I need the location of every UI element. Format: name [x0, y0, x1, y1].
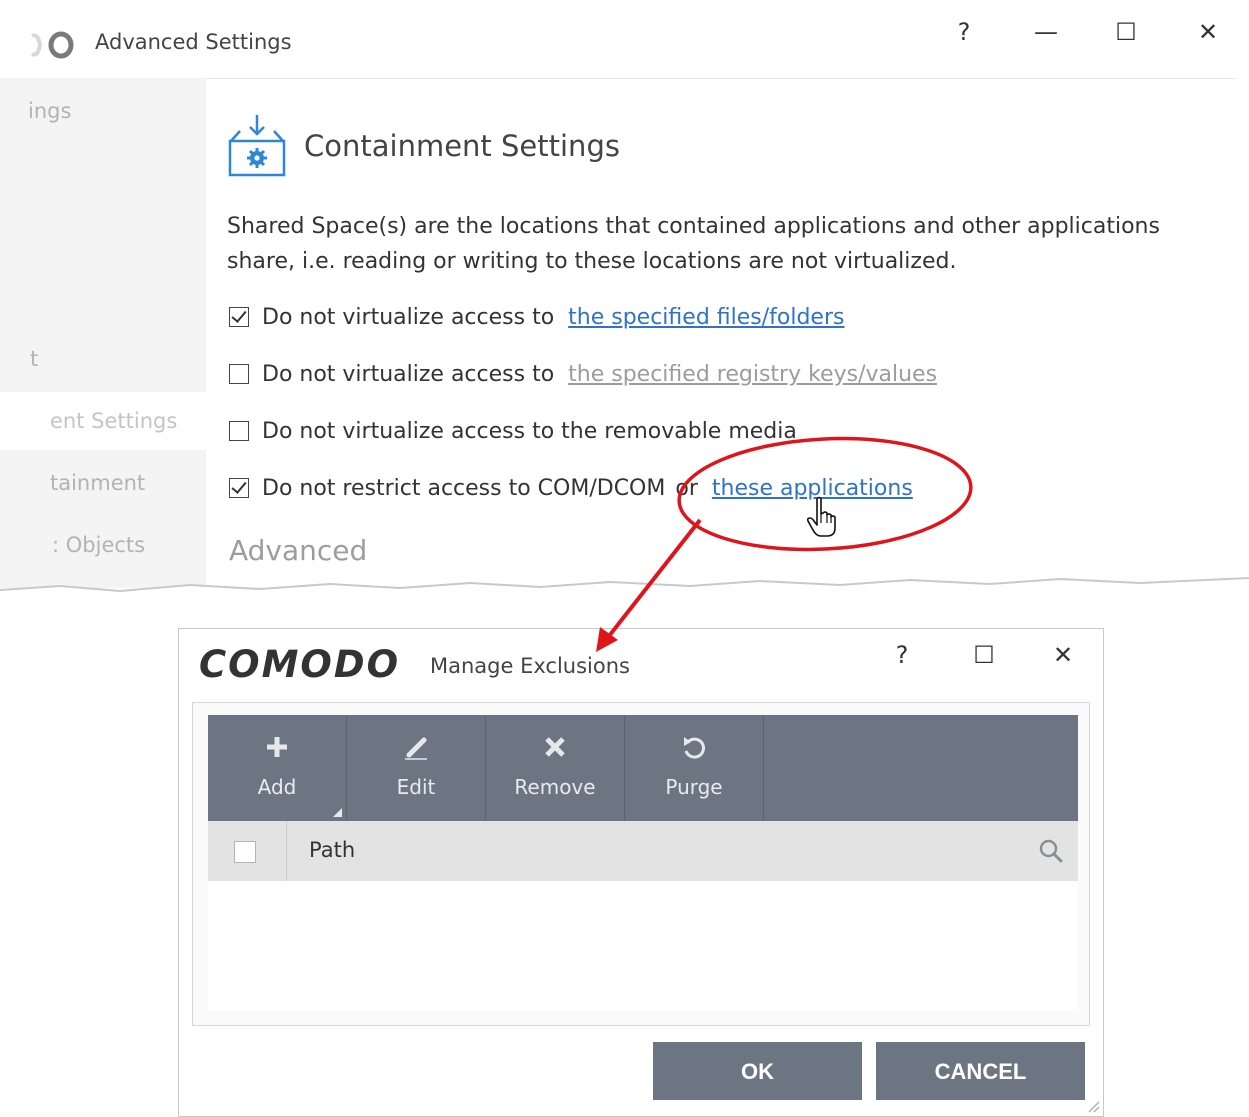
table-header: Path: [208, 821, 1078, 882]
dialog-help-button[interactable]: ?: [882, 641, 922, 669]
option-connector: or: [675, 476, 698, 501]
select-all-checkbox[interactable]: [234, 841, 256, 863]
option-removable-media[interactable]: Do not virtualize access to the removabl…: [229, 417, 797, 447]
refresh-icon: [684, 737, 705, 759]
option-text: Do not virtualize access to: [262, 305, 555, 330]
comodo-logo: COMODO: [199, 643, 401, 686]
settings-panel: Containment Settings Shared Space(s) are…: [206, 78, 1236, 589]
purge-label: Purge: [665, 775, 723, 799]
dropdown-caret-icon: [333, 808, 342, 817]
sidebar-item-label: tainment: [50, 471, 146, 495]
edit-label: Edit: [396, 775, 436, 799]
registry-keys-link: the specified registry keys/values: [568, 362, 938, 387]
add-button[interactable]: Add: [208, 715, 347, 821]
checkbox-files-folders[interactable]: [229, 307, 249, 327]
column-divider: [286, 821, 287, 881]
help-button[interactable]: ?: [944, 18, 984, 46]
remove-button[interactable]: Remove: [486, 715, 625, 821]
sidebar-item-settings[interactable]: ings: [0, 82, 206, 140]
shared-space-description: Shared Space(s) are the locations that c…: [227, 214, 1160, 274]
torn-edge-divider: [0, 577, 1249, 602]
sidebar-item-objects[interactable]: : Objects: [0, 516, 206, 574]
search-icon[interactable]: [1038, 838, 1064, 864]
option-text: Do not virtualize access to: [262, 362, 555, 387]
plus-icon: [267, 737, 287, 757]
checkbox-registry-keys[interactable]: [229, 364, 249, 384]
hand-cursor-icon: [806, 496, 836, 537]
cancel-button[interactable]: CANCEL: [876, 1042, 1085, 1100]
sidebar-item-label: t: [30, 347, 39, 371]
remove-label: Remove: [514, 775, 596, 799]
app-logo-icon: [31, 31, 74, 59]
dialog-close-button[interactable]: ✕: [1043, 641, 1083, 669]
sidebar: ings t ent Settings tainment : Objects: [0, 78, 206, 588]
checkbox-com-dcom[interactable]: [229, 478, 249, 498]
manage-exclusions-dialog: COMODO Manage Exclusions ? ☐ ✕ Add Edit: [178, 628, 1104, 1117]
option-text: Do not restrict access to COM/DCOM: [262, 476, 666, 501]
checkbox-removable-media[interactable]: [229, 421, 249, 441]
option-text: Do not virtualize access to the removabl…: [262, 419, 797, 444]
sidebar-item-label: ings: [28, 99, 72, 123]
purge-button[interactable]: Purge: [625, 715, 764, 821]
resize-grip-icon[interactable]: [1086, 1099, 1100, 1113]
dialog-title: Manage Exclusions: [430, 654, 630, 678]
title-bar: Advanced Settings ? — ☐ ✕: [0, 0, 1249, 78]
add-label: Add: [257, 775, 297, 799]
option-files-folders[interactable]: Do not virtualize access to the specified…: [229, 303, 844, 333]
dialog-maximize-button[interactable]: ☐: [964, 641, 1004, 669]
pencil-icon: [405, 737, 427, 760]
minimize-button[interactable]: —: [1026, 18, 1066, 46]
files-folders-link[interactable]: the specified files/folders: [568, 305, 844, 330]
section-title: Containment Settings: [304, 129, 620, 163]
sidebar-item-label: ent Settings: [50, 409, 178, 433]
exclusions-panel: Add Edit Remove Purge Path: [192, 702, 1090, 1026]
x-icon: [545, 737, 565, 757]
containment-settings-icon: [228, 115, 286, 177]
option-registry-keys[interactable]: Do not virtualize access to the specified…: [229, 360, 937, 390]
sidebar-item-containment[interactable]: tainment: [0, 454, 206, 512]
edit-button[interactable]: Edit: [347, 715, 486, 821]
sidebar-item-containment-settings[interactable]: ent Settings: [0, 392, 206, 450]
sidebar-item-label: : Objects: [52, 533, 146, 557]
ok-button[interactable]: OK: [653, 1042, 862, 1100]
maximize-button[interactable]: ☐: [1106, 18, 1146, 46]
advanced-settings-window: Advanced Settings ? — ☐ ✕ ings t ent Set…: [0, 0, 1249, 602]
exclusions-table-body: [208, 881, 1078, 1011]
close-button[interactable]: ✕: [1188, 18, 1228, 46]
window-title: Advanced Settings: [95, 30, 292, 54]
advanced-section-heading: Advanced: [229, 534, 368, 567]
toolbar: Add Edit Remove Purge: [208, 715, 1078, 821]
sidebar-item-t[interactable]: t: [0, 330, 206, 388]
path-column-header[interactable]: Path: [309, 838, 355, 862]
